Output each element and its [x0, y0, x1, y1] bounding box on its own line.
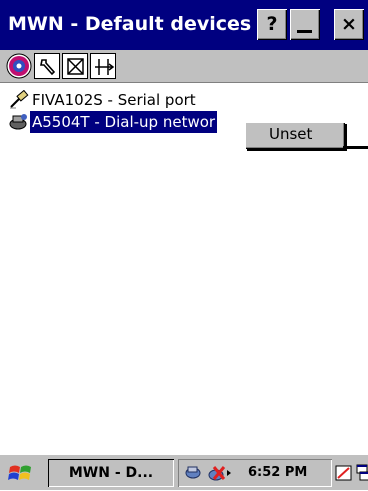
network-globe-icon[interactable]	[6, 53, 32, 79]
delete-box-icon[interactable]	[62, 53, 88, 79]
minimize-button[interactable]	[290, 9, 320, 40]
clock[interactable]: 6:52 PM	[248, 465, 307, 480]
help-button[interactable]: ?	[257, 9, 287, 40]
connector-icon[interactable]	[90, 53, 116, 79]
device-name: FIVA102S - Serial port	[32, 91, 196, 109]
network-icon[interactable]	[184, 463, 206, 487]
context-menu: Unset	[245, 122, 345, 149]
popup-pointer-line	[343, 146, 368, 149]
window-title: MWN - Default devices	[8, 13, 252, 35]
serial-port-icon	[8, 89, 30, 110]
start-button[interactable]	[6, 461, 42, 487]
taskbar-app-button[interactable]: MWN - D...	[48, 459, 174, 487]
system-tray: 6:52 PM	[178, 459, 332, 487]
toolbar	[0, 50, 368, 82]
device-name: A5504T - Dial-up networ	[28, 110, 219, 134]
taskbar: MWN - D... 6:52 PM	[0, 454, 368, 490]
windows-flag-icon	[8, 465, 31, 480]
edit-icon[interactable]	[334, 463, 354, 487]
minimize-icon	[297, 30, 312, 33]
title-bar: MWN - Default devices ? ×	[0, 0, 368, 50]
unset-menu-item[interactable]: Unset	[269, 125, 312, 143]
disconnected-icon[interactable]	[206, 463, 232, 487]
switch-window-icon[interactable]	[356, 463, 368, 487]
dialup-network-icon	[8, 112, 30, 132]
close-button[interactable]: ×	[334, 9, 364, 40]
wrench-icon[interactable]	[34, 53, 60, 79]
